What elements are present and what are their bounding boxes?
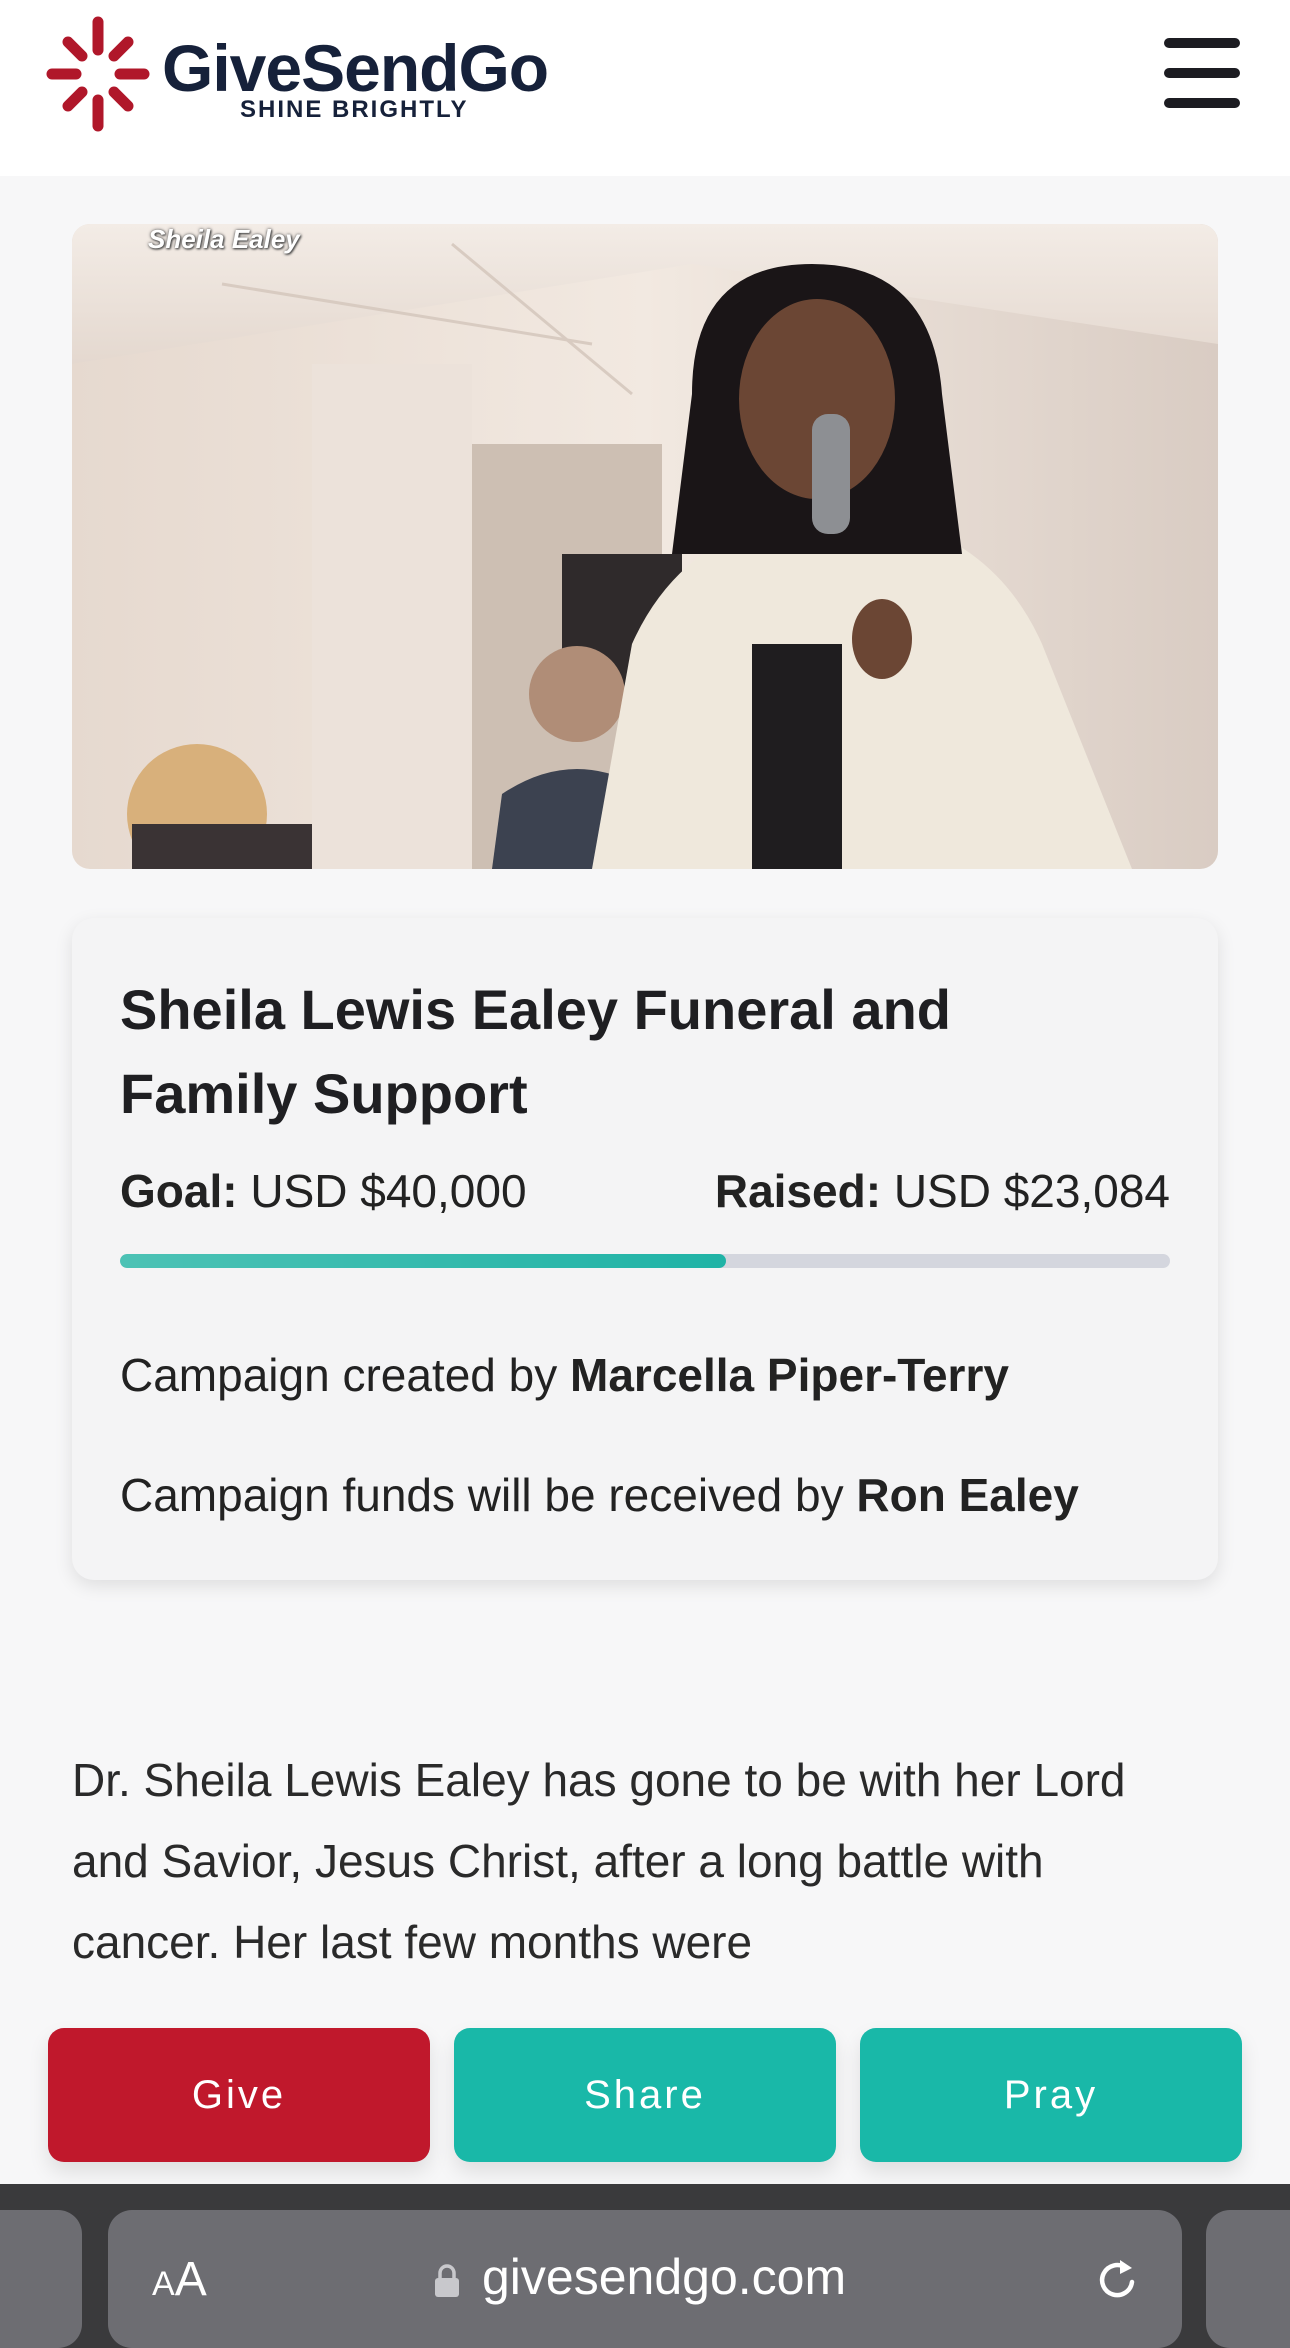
logo-tagline: SHINE BRIGHTLY bbox=[240, 96, 469, 123]
campaign-hero-image: Sheila Ealey bbox=[72, 224, 1218, 869]
text-size-button[interactable]: AA bbox=[152, 2252, 207, 2307]
logo-wordmark: GiveSendGo bbox=[162, 31, 549, 105]
url-text[interactable]: givesendgo.com bbox=[482, 2248, 846, 2306]
creator-name[interactable]: Marcella Piper-Terry bbox=[570, 1349, 1009, 1401]
give-button[interactable]: Give bbox=[48, 2028, 430, 2162]
reload-icon[interactable] bbox=[1092, 2254, 1144, 2306]
text-size-large-a: A bbox=[174, 2253, 207, 2306]
funding-progress-fill bbox=[120, 1254, 726, 1268]
creator-prefix: Campaign created by bbox=[120, 1349, 558, 1401]
raised-label: Raised: bbox=[714, 1165, 882, 1217]
campaign-title: Sheila Lewis Ealey Funeral and Family Su… bbox=[120, 978, 951, 1125]
next-tab-preview[interactable] bbox=[1206, 2210, 1290, 2348]
campaign-recipient: Campaign funds will be received by Ron E… bbox=[120, 1468, 1079, 1522]
logo-burst-icon bbox=[46, 16, 150, 132]
share-button[interactable]: Share bbox=[454, 2028, 836, 2162]
hero-caption: Sheila Ealey bbox=[148, 224, 300, 254]
goal-label: Goal: bbox=[120, 1165, 238, 1217]
lock-icon bbox=[435, 2264, 459, 2297]
address-bar[interactable]: AA givesendgo.com bbox=[108, 2210, 1182, 2348]
previous-tab-preview[interactable] bbox=[0, 2210, 82, 2348]
raised-value: USD $23,084 bbox=[893, 1165, 1170, 1217]
pray-button[interactable]: Pray bbox=[860, 2028, 1242, 2162]
site-header: GiveSendGo SHINE BRIGHTLY bbox=[0, 0, 1290, 176]
action-bar: Give Share Pray bbox=[0, 2010, 1290, 2190]
text-size-small-a: A bbox=[152, 2265, 175, 2303]
recipient-prefix: Campaign funds will be received by bbox=[120, 1469, 844, 1521]
hamburger-menu-icon[interactable] bbox=[1160, 36, 1244, 110]
recipient-name: Ron Ealey bbox=[856, 1469, 1079, 1521]
funding-progress-bar bbox=[120, 1254, 1170, 1268]
givesendgo-logo[interactable]: GiveSendGo SHINE BRIGHTLY bbox=[46, 16, 586, 132]
campaign-summary-card: Sheila Lewis Ealey Funeral and Family Su… bbox=[72, 918, 1218, 1580]
raised-stat: Raised: USD $23,084 bbox=[715, 1164, 1170, 1218]
hero-photo bbox=[72, 224, 1218, 869]
browser-toolbar: AA givesendgo.com bbox=[0, 2184, 1290, 2348]
goal-stat: Goal: USD $40,000 bbox=[120, 1164, 527, 1218]
goal-value: USD $40,000 bbox=[250, 1165, 527, 1217]
campaign-creator: Campaign created by Marcella Piper-Terry bbox=[120, 1348, 1009, 1402]
campaign-story: Dr. Sheila Lewis Ealey has gone to be wi… bbox=[72, 1754, 1126, 1968]
